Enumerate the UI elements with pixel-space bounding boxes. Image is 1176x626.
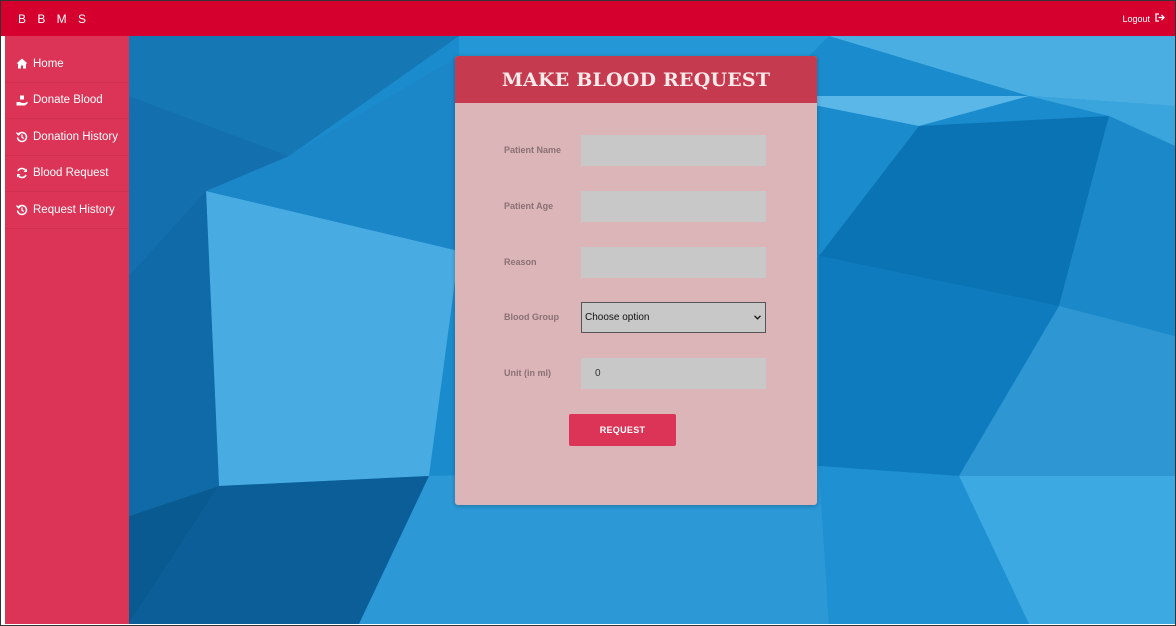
sidebar-item-label: Donation History <box>33 130 119 143</box>
history-icon <box>15 204 29 216</box>
blood-group-label: Blood Group <box>504 312 559 322</box>
blood-group-row: Blood Group Choose option <box>455 302 817 333</box>
sidebar-item-label: Request History <box>33 203 115 216</box>
patient-age-label: Patient Age <box>504 201 554 211</box>
main-content: MAKE BLOOD REQUEST Patient Name Patient … <box>129 36 1175 624</box>
sidebar-item-label: Home <box>33 57 64 70</box>
sidebar-item-label: Donate Blood <box>33 94 103 107</box>
chevron-down-icon <box>754 312 761 323</box>
sidebar: Home Donate Blood Donation History Blood… <box>5 36 129 624</box>
patient-name-row: Patient Name <box>455 135 817 166</box>
patient-name-label: Patient Name <box>504 145 562 155</box>
reason-input[interactable] <box>581 247 766 278</box>
hand-holding-icon <box>15 94 29 106</box>
unit-label: Unit (in ml) <box>504 368 551 378</box>
card-header: MAKE BLOOD REQUEST <box>455 56 817 103</box>
blood-group-select[interactable]: Choose option <box>581 302 766 333</box>
sidebar-nav: Home Donate Blood Donation History Blood… <box>5 46 129 229</box>
sidebar-item-request-history[interactable]: Request History <box>5 192 129 229</box>
sidebar-item-blood-request[interactable]: Blood Request <box>5 156 129 192</box>
sidebar-item-donation-history[interactable]: Donation History <box>5 119 129 156</box>
patient-age-input[interactable] <box>581 191 766 222</box>
brand-logo[interactable]: B B M S <box>18 12 90 26</box>
sidebar-item-home[interactable]: Home <box>5 46 129 83</box>
blood-request-card: MAKE BLOOD REQUEST Patient Name Patient … <box>455 56 817 505</box>
logout-label: Logout <box>1122 13 1150 24</box>
history-icon <box>15 131 29 143</box>
request-button[interactable]: REQUEST <box>569 414 676 446</box>
patient-age-row: Patient Age <box>455 191 817 222</box>
patient-name-input[interactable] <box>581 135 766 166</box>
top-navbar: B B M S Logout <box>1 1 1175 36</box>
logout-link[interactable]: Logout <box>1122 13 1165 24</box>
sync-icon <box>15 167 29 179</box>
home-icon <box>15 58 29 70</box>
unit-input[interactable] <box>581 358 766 389</box>
app-window: B B M S Logout Home Donate Blood Donatio… <box>0 0 1176 626</box>
unit-row: Unit (in ml) <box>455 358 817 389</box>
sidebar-item-donate-blood[interactable]: Donate Blood <box>5 83 129 119</box>
sidebar-item-label: Blood Request <box>33 167 109 180</box>
reason-row: Reason <box>455 247 817 278</box>
reason-label: Reason <box>504 257 537 267</box>
form-title: MAKE BLOOD REQUEST <box>501 68 771 91</box>
sign-out-icon <box>1155 13 1165 24</box>
blood-group-selected: Choose option <box>585 312 650 323</box>
